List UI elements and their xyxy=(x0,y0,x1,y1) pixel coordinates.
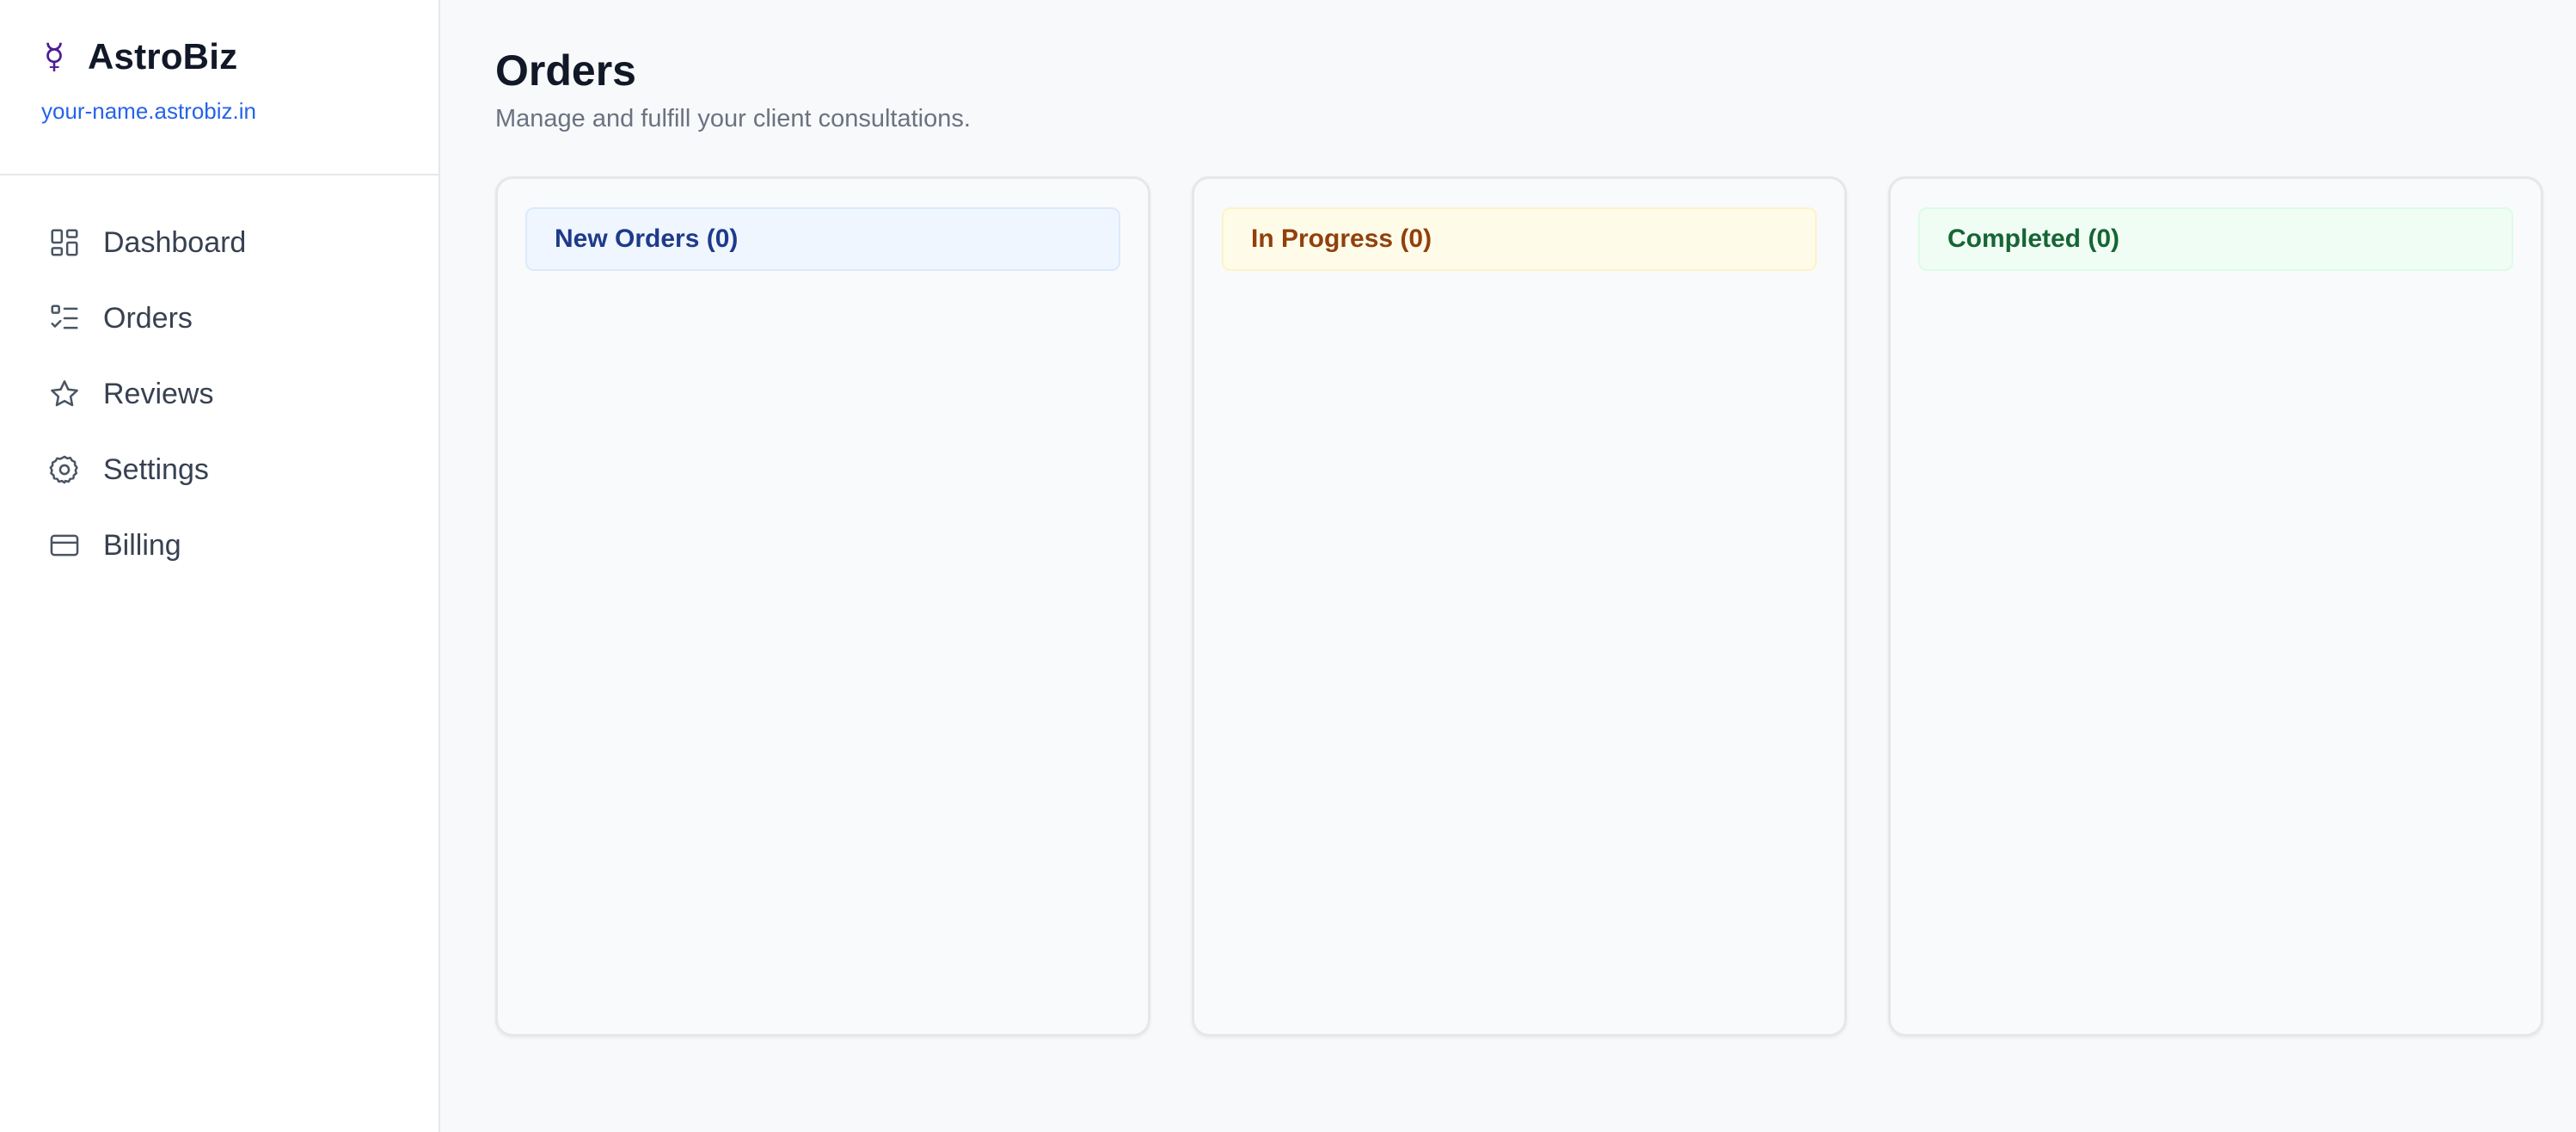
column-in-progress: In Progress (0) xyxy=(1192,176,1847,1037)
sidebar-nav: Dashboard Orders Reviews Settings Billin… xyxy=(0,175,439,583)
sidebar: ☿ AstroBiz your-name.astrobiz.in Dashboa… xyxy=(0,0,440,1132)
brand-header: ☿ AstroBiz your-name.astrobiz.in xyxy=(0,0,439,175)
checklist-icon xyxy=(51,305,78,329)
brand-row: ☿ AstroBiz xyxy=(41,33,439,81)
star-icon xyxy=(51,380,78,407)
credit-card-icon xyxy=(50,534,79,557)
column-new-orders: New Orders (0) xyxy=(495,176,1150,1037)
app-window: ☿ AstroBiz your-name.astrobiz.in Dashboa… xyxy=(0,0,2576,1132)
main-content: Orders Manage and fulfill your client co… xyxy=(440,0,2576,1132)
sidebar-item-label: Dashboard xyxy=(103,225,247,259)
column-header-in-progress: In Progress (0) xyxy=(1222,207,1817,271)
column-completed: Completed (0) xyxy=(1888,176,2543,1037)
sidebar-item-label: Billing xyxy=(103,528,181,562)
sidebar-item-orders[interactable]: Orders xyxy=(0,280,439,356)
sidebar-item-settings[interactable]: Settings xyxy=(0,432,439,508)
column-header-completed: Completed (0) xyxy=(1918,207,2513,271)
gear-icon xyxy=(49,455,78,484)
page-title: Orders xyxy=(495,46,636,95)
storefront-url-link[interactable]: your-name.astrobiz.in xyxy=(41,98,439,125)
column-header-new-orders: New Orders (0) xyxy=(525,207,1120,271)
dashboard-grid-icon xyxy=(51,229,78,256)
brand-name: AstroBiz xyxy=(88,36,238,77)
sidebar-item-reviews[interactable]: Reviews xyxy=(0,356,439,432)
sidebar-item-label: Reviews xyxy=(103,377,214,410)
page-subtitle: Manage and fulfill your client consultat… xyxy=(495,105,971,132)
sidebar-item-label: Orders xyxy=(103,301,193,335)
sidebar-item-label: Settings xyxy=(103,452,209,486)
sidebar-item-billing[interactable]: Billing xyxy=(0,508,439,583)
mercury-logo-icon: ☿ xyxy=(43,37,65,77)
sidebar-item-dashboard[interactable]: Dashboard xyxy=(0,205,439,280)
orders-board: New Orders (0) In Progress (0) Completed… xyxy=(495,176,2545,1037)
